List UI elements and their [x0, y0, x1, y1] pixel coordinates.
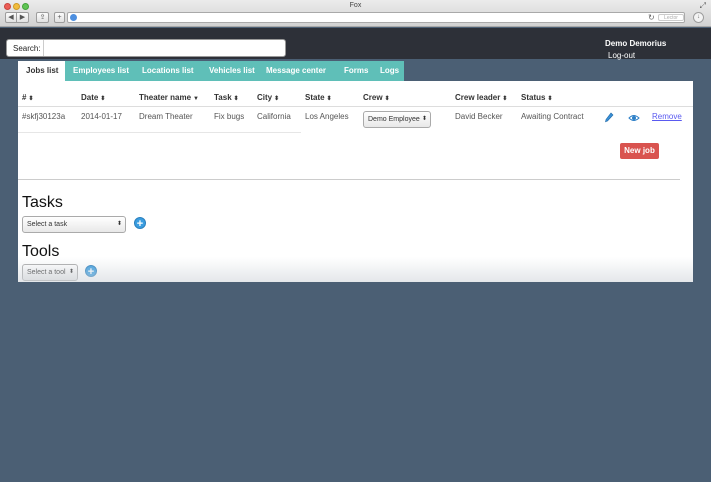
user-name: Demo Demorius	[605, 39, 667, 48]
sort-icon: ⬍	[100, 96, 106, 102]
sort-icon: ⬍	[502, 96, 508, 102]
jobs-panel: # ⬍ Date ⬍ Theater name ▼ Task ⬍ City ⬍ State…	[18, 81, 693, 282]
column-label: Crew	[363, 93, 383, 102]
search-label: Search:	[13, 44, 41, 53]
column-label: #	[22, 93, 27, 102]
tab-forms[interactable]: Forms	[336, 61, 372, 81]
download-icon: ↓	[697, 14, 700, 20]
sort-icon: ⬍	[384, 96, 390, 102]
cell-city: California	[257, 112, 291, 121]
search-input[interactable]	[43, 40, 285, 56]
back-arrow-icon: ◀	[8, 14, 14, 21]
select-arrows-icon: ⬍	[116, 221, 122, 227]
column-header-crew-leader[interactable]: Crew leader ⬍	[455, 93, 507, 102]
new-job-button[interactable]: New job	[620, 143, 659, 159]
new-tab-button[interactable]: +	[54, 12, 65, 23]
column-header-theater-name[interactable]: Theater name ▼	[139, 93, 199, 102]
column-label: Crew leader	[455, 93, 501, 102]
column-header-state[interactable]: State ⬍	[305, 93, 332, 102]
logout-link[interactable]: Log-out	[608, 51, 635, 60]
share-icon: ⇪	[39, 14, 46, 21]
add-task-button[interactable]: +	[134, 217, 146, 230]
column-label: Status	[521, 93, 546, 102]
fullscreen-icon[interactable]: ⤢	[700, 1, 706, 11]
plus-icon: +	[87, 266, 95, 278]
cell-crew-leader: David Becker	[455, 112, 503, 121]
select-arrows-icon: ⬍	[421, 116, 427, 122]
browser-chrome: Fox ⤢ ◀ ▶ ⇪ + ↻ Lector ↓	[0, 0, 711, 27]
tools-heading: Tools	[22, 243, 60, 260]
globe-icon	[70, 14, 77, 21]
column-label: State	[305, 93, 325, 102]
tab-logs[interactable]: Logs	[372, 61, 404, 81]
cell-theater-name: Dream Theater	[139, 112, 193, 121]
column-header-date[interactable]: Date ⬍	[81, 93, 105, 102]
column-label: Theater name	[139, 93, 192, 102]
forward-button[interactable]: ▶	[17, 12, 29, 23]
remove-link[interactable]: Remove	[652, 112, 682, 121]
section-divider	[18, 179, 680, 180]
crew-select-value: Demo Employee	[368, 116, 420, 123]
select-arrows-icon: ⬍	[68, 269, 74, 275]
tab-jobs-list[interactable]: Jobs list	[18, 61, 65, 81]
tool-select[interactable]: Select a tool ⬍	[22, 264, 78, 281]
header-divider	[18, 106, 693, 107]
reader-button[interactable]: Lector	[658, 14, 684, 21]
forward-arrow-icon: ▶	[19, 14, 26, 21]
cell-id: #skfj30123a	[22, 112, 66, 121]
reload-icon[interactable]: ↻	[648, 13, 655, 22]
address-bar[interactable]: ↻ Lector	[67, 12, 685, 23]
sort-icon: ⬍	[326, 96, 332, 102]
app-header: Search: Demo Demorius Log-out	[0, 28, 711, 60]
eye-icon[interactable]	[628, 113, 640, 123]
tab-vehicles-list[interactable]: Vehicles list	[201, 61, 258, 81]
back-button[interactable]: ◀	[5, 12, 17, 23]
task-select[interactable]: Select a task ⬍	[22, 216, 126, 233]
sort-icon: ⬍	[547, 96, 553, 102]
tab-employees-list[interactable]: Employees list	[65, 61, 134, 81]
column-header-crew[interactable]: Crew ⬍	[363, 93, 390, 102]
task-select-value: Select a task	[27, 221, 68, 228]
tool-select-value: Select a tool	[27, 269, 66, 276]
column-header-city[interactable]: City ⬍	[257, 93, 279, 102]
plus-icon: +	[136, 218, 144, 230]
pencil-icon[interactable]	[604, 112, 614, 124]
column-label: Task	[214, 93, 232, 102]
window-title: Fox	[349, 2, 362, 9]
tasks-heading: Tasks	[22, 194, 63, 211]
column-label: City	[257, 93, 273, 102]
row-divider	[18, 132, 301, 133]
add-tool-button[interactable]: +	[85, 265, 97, 278]
sort-icon: ⬍	[28, 96, 34, 102]
column-header-task[interactable]: Task ⬍	[214, 93, 239, 102]
downloads-button[interactable]: ↓	[693, 12, 704, 23]
share-button[interactable]: ⇪	[36, 12, 49, 23]
tab-locations-list[interactable]: Locations list	[134, 61, 201, 81]
main-tabs: Jobs list Employees list Locations list …	[18, 61, 404, 81]
column-label: Date	[81, 93, 99, 102]
search-box: Search:	[6, 39, 286, 57]
plus-icon: +	[57, 14, 62, 21]
crew-select[interactable]: Demo Employee ⬍	[363, 111, 431, 128]
tab-message-center[interactable]: Message center	[258, 61, 336, 81]
cell-status: Awaiting Contract	[521, 112, 584, 121]
cell-date: 2014-01-17	[81, 112, 122, 121]
column-header-id[interactable]: # ⬍	[22, 93, 33, 102]
cell-state: Los Angeles	[305, 112, 349, 121]
column-header-status[interactable]: Status ⬍	[521, 93, 552, 102]
sort-down-icon: ▼	[193, 96, 199, 102]
sort-icon: ⬍	[233, 96, 239, 102]
bottom-fade	[18, 257, 693, 282]
cell-task: Fix bugs	[214, 112, 245, 121]
sort-icon: ⬍	[274, 96, 280, 102]
